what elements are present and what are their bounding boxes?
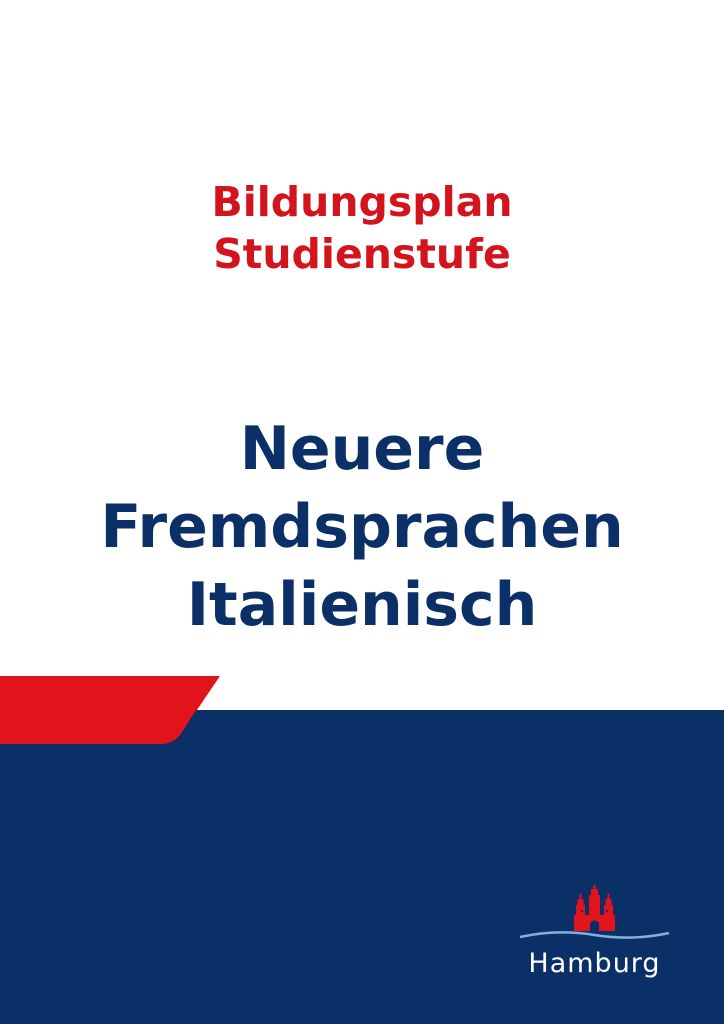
- document-cover: Bildungsplan Studienstufe Neuere Fremdsp…: [0, 0, 724, 1024]
- cover-title: Neuere Fremdsprachen Italienisch: [0, 410, 724, 644]
- logo-text: Hamburg: [528, 948, 661, 979]
- subtitle: Bildungsplan Studienstufe: [0, 176, 724, 280]
- hamburg-castle-icon: [519, 885, 670, 939]
- title-line-3: Italienisch: [186, 570, 538, 640]
- subtitle-line-1: Bildungsplan: [211, 178, 513, 226]
- hamburg-logo: Hamburg: [512, 885, 677, 995]
- red-accent-overlap: [0, 710, 196, 744]
- title-line-2: Fremdsprachen: [100, 492, 624, 562]
- wave-line: [519, 931, 670, 939]
- subtitle-line-2: Studienstufe: [213, 230, 511, 278]
- title-line-1: Neuere: [239, 414, 485, 484]
